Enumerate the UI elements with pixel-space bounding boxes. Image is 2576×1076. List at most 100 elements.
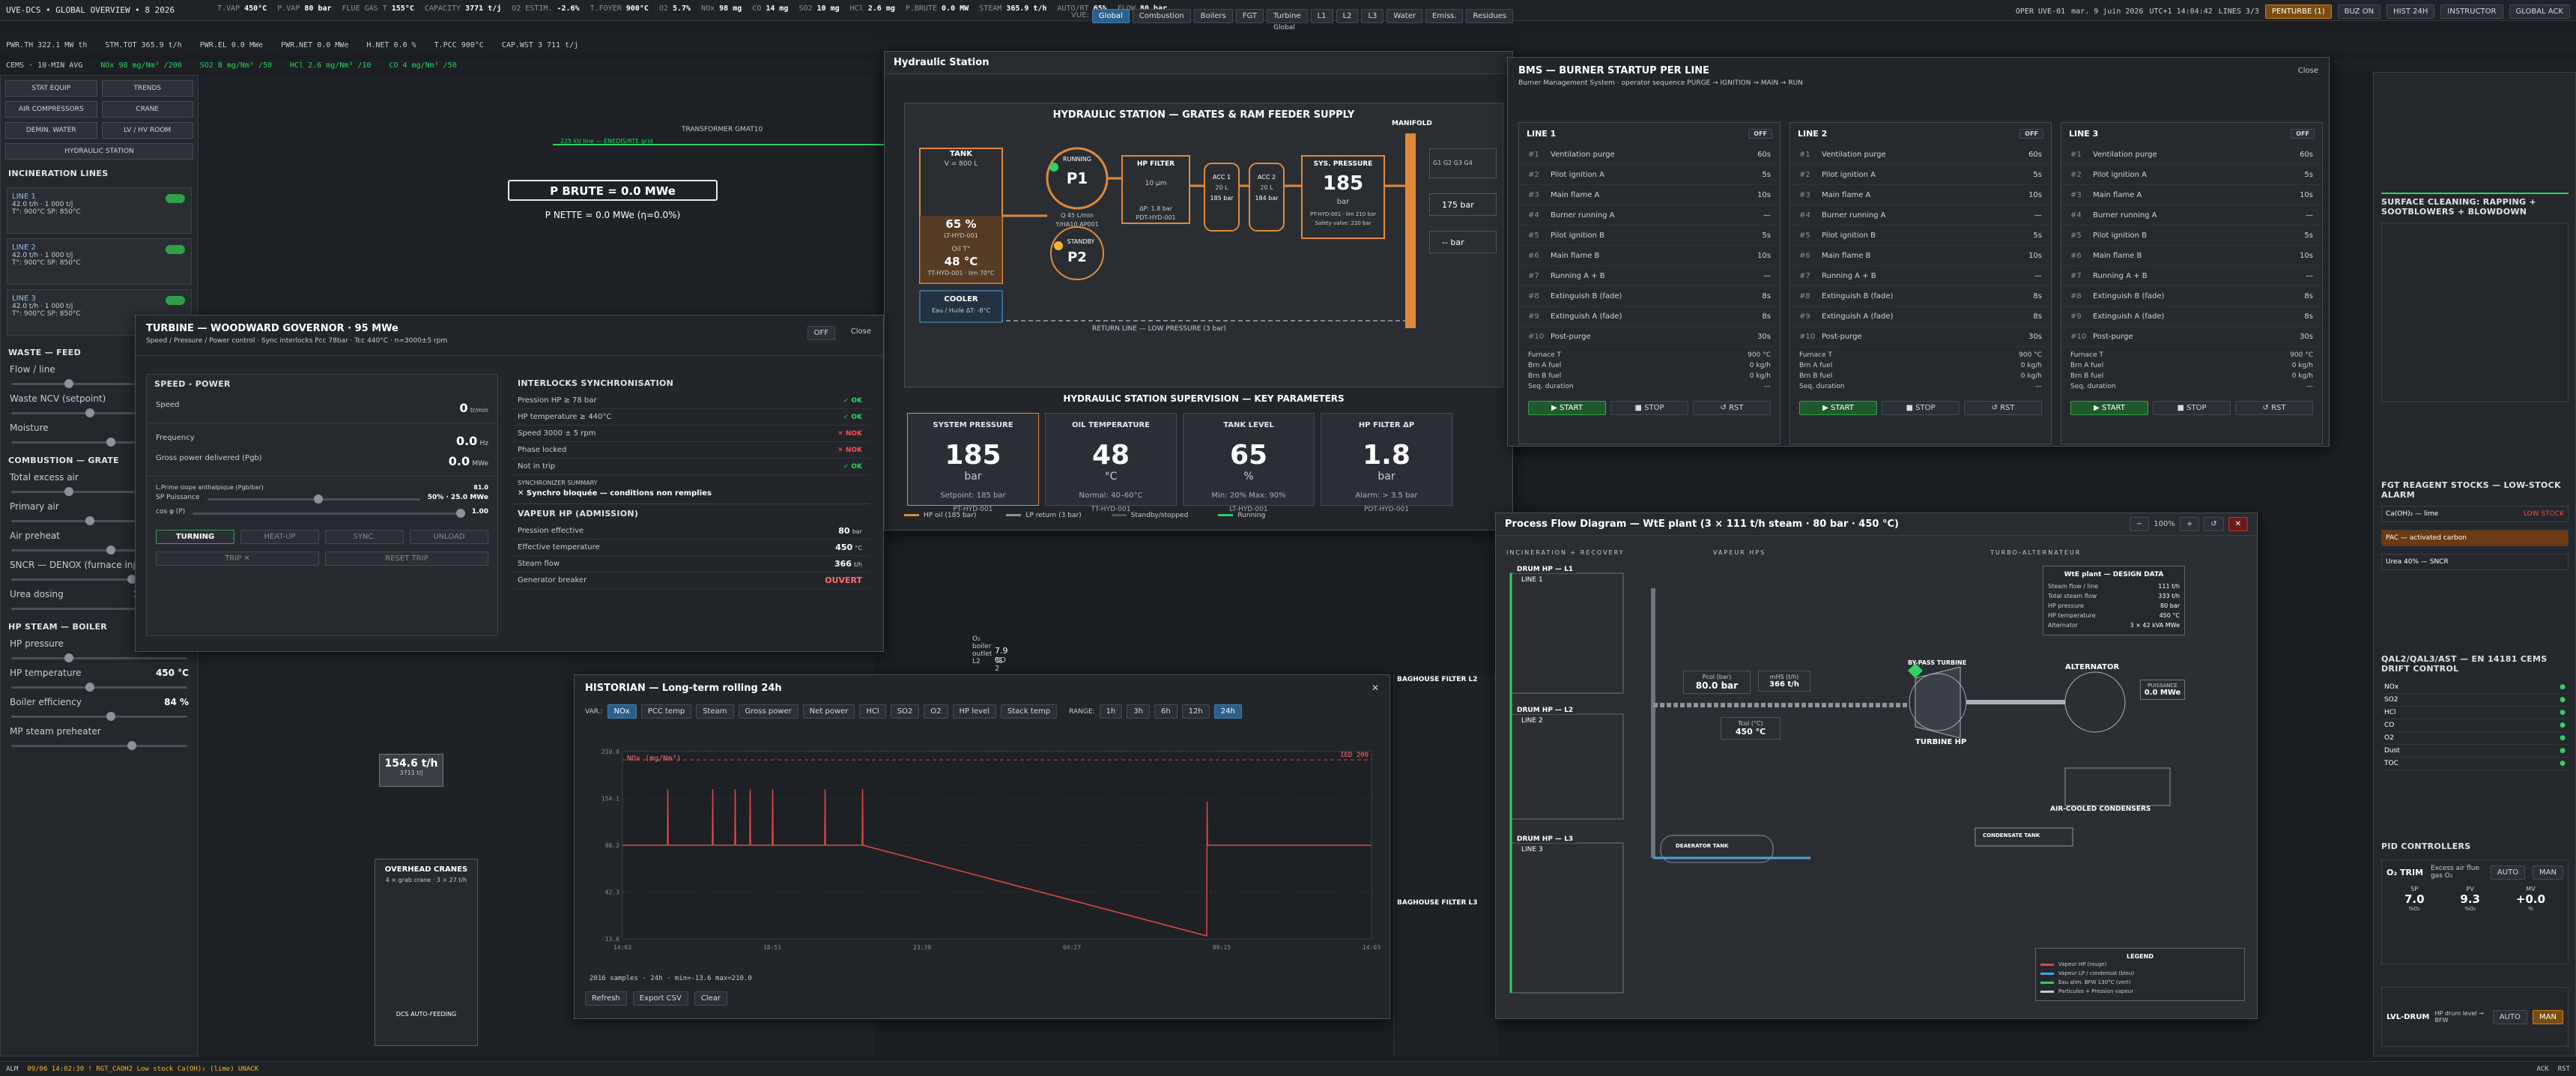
view-tab-global[interactable]: Global — [1091, 9, 1130, 23]
clear-button[interactable]: Clear — [694, 991, 728, 1006]
var-button[interactable]: PCC temp — [640, 704, 692, 719]
pid2-man-button[interactable]: MAN — [2533, 1009, 2563, 1024]
penturbe-button[interactable]: PENTURBE (1) — [2264, 4, 2332, 19]
param-slider[interactable] — [11, 712, 187, 721]
bms-stop-button[interactable]: ■ STOP — [2153, 401, 2231, 415]
var-button[interactable]: O2 — [924, 704, 948, 719]
pid-man-button[interactable]: MAN — [2533, 865, 2563, 880]
turbine-off-toggle[interactable]: OFF — [807, 326, 835, 340]
var-button[interactable]: Stack temp — [1001, 704, 1058, 719]
reagent-row[interactable]: PAC — activated carbon — [2381, 530, 2569, 546]
power-label: Gross power delivered (Pgb) — [156, 454, 262, 462]
turning-button[interactable]: TURNING — [156, 530, 234, 544]
view-tab-combustion[interactable]: Combustion — [1132, 9, 1191, 23]
var-button[interactable]: Net power — [802, 704, 855, 719]
range-button[interactable]: 12h — [1181, 704, 1210, 719]
legend-rows: Vapeur HP (rouge) Vapeur LP / condensat (… — [2040, 960, 2240, 996]
kpi-label: HCl — [849, 4, 864, 13]
line-label: LINE 3 — [1521, 846, 1543, 853]
view-tab-l1[interactable]: L1 — [1310, 9, 1333, 23]
p2-label[interactable]: P2 — [1055, 250, 1100, 265]
stat-equip-button[interactable]: STAT EQUIP — [5, 80, 97, 97]
var-button[interactable]: Gross power — [738, 704, 798, 719]
status-rst-button[interactable]: RST — [2558, 1066, 2570, 1073]
view-tab-boilers[interactable]: Boilers — [1193, 9, 1233, 23]
cos-slider[interactable] — [193, 509, 465, 518]
var-button[interactable]: Steam — [696, 704, 734, 719]
view-tab-water[interactable]: Water — [1387, 9, 1422, 23]
status-ack-button[interactable]: ACK — [2536, 1066, 2548, 1073]
heat-up-button[interactable]: HEAT-UP — [240, 530, 319, 544]
view-tab-l2[interactable]: L2 — [1336, 9, 1359, 23]
step-label: Ventilation purge — [2093, 150, 2157, 159]
bms-close-button[interactable]: Close — [2298, 67, 2318, 75]
line-run-toggle[interactable] — [166, 245, 185, 254]
alarm-message[interactable]: 09/06 14:02:30 ! RGT_CAOH2 Low stock Ca(… — [27, 1066, 258, 1073]
sp-slider[interactable] — [207, 495, 420, 504]
pid-auto-button[interactable]: AUTO — [2490, 865, 2526, 880]
reagent-row[interactable]: Ca(OH)₂ — lime LOW STOCK — [2381, 506, 2569, 522]
bms-reset-button[interactable]: ↺ RST — [2235, 401, 2313, 415]
instructor-button[interactable]: INSTRUCTOR — [2440, 4, 2503, 19]
pid2-auto-button[interactable]: AUTO — [2492, 1009, 2527, 1024]
trip-button[interactable]: TRIP ✕ — [156, 551, 319, 566]
bms-stop-button[interactable]: ■ STOP — [1882, 401, 1960, 415]
buzzer-button[interactable]: BUZ ON — [2337, 4, 2381, 19]
turbine-close-button[interactable]: Close — [851, 327, 871, 336]
lv-hv-room-button[interactable]: LV / HV ROOM — [101, 122, 193, 139]
export-csv-button[interactable]: Export CSV — [632, 991, 688, 1006]
view-tab-turbine[interactable]: Turbine — [1266, 9, 1308, 23]
hist-24h-button[interactable]: HIST 24H — [2386, 4, 2435, 19]
bms-start-button[interactable]: ▶ START — [2070, 401, 2148, 415]
interlock-row: HP temperature ≥ 440°C ✓ OK — [510, 409, 870, 426]
range-button[interactable]: 6h — [1154, 704, 1178, 719]
bunker-flow-box: 154.6 t/h 3711 t/j — [379, 754, 443, 787]
bms-line-state[interactable]: OFF — [2291, 129, 2315, 139]
global-ack-button[interactable]: GLOBAL ACK — [2509, 4, 2570, 19]
bms-step: #9 Extinguish A (fade) 8s — [2061, 306, 2322, 327]
step-number: #10 — [1799, 332, 1816, 341]
view-tab-l3[interactable]: L3 — [1361, 9, 1384, 23]
range-button[interactable]: 24h — [1213, 704, 1242, 719]
range-button[interactable]: 1h — [1099, 704, 1123, 719]
param-slider[interactable] — [11, 653, 187, 662]
range-button[interactable]: 3h — [1127, 704, 1150, 719]
var-button[interactable]: NOx — [607, 704, 637, 719]
bms-line-state[interactable]: OFF — [2019, 129, 2043, 139]
step-number: #6 — [2070, 251, 2082, 260]
bms-reset-button[interactable]: ↺ RST — [1964, 401, 2042, 415]
var-button[interactable]: SO2 — [890, 704, 920, 719]
param-slider[interactable] — [11, 683, 187, 692]
hydraulic-station-button[interactable]: HYDRAULIC STATION — [5, 143, 193, 160]
view-tab-emiss[interactable]: Emiss. — [1425, 9, 1464, 23]
historian-close-icon[interactable]: ✕ — [1372, 683, 1379, 693]
step-duration: 10s — [2028, 251, 2042, 260]
p1-label[interactable]: P1 — [1055, 169, 1100, 187]
air-compressors-button[interactable]: AIR COMPRESSORS — [5, 101, 97, 118]
bms-stop-button[interactable]: ■ STOP — [1610, 401, 1688, 415]
sync-button[interactable]: SYNC. — [325, 530, 404, 544]
view-tab-fgt[interactable]: FGT — [1235, 9, 1264, 23]
var-button[interactable]: HP level — [952, 704, 997, 719]
bms-start-button[interactable]: ▶ START — [1799, 401, 1877, 415]
incineration-line-card[interactable]: LINE 1 42.0 t/h · 1 000 t/j T°: 900°C SP: … — [7, 187, 192, 234]
p2-state: STANDBY — [1067, 238, 1095, 245]
param-slider[interactable] — [11, 741, 187, 750]
refresh-button[interactable]: Refresh — [585, 991, 627, 1006]
pfd-legend-row: Eau alim. BFW 130°C (vert) — [2040, 978, 2240, 987]
bms-reset-button[interactable]: ↺ RST — [1693, 401, 1771, 415]
demin-water-button[interactable]: DEMIN. WATER — [5, 122, 97, 139]
bms-line-state[interactable]: OFF — [1748, 129, 1772, 139]
view-tab-residues[interactable]: Residues — [1466, 9, 1514, 23]
reset-trip-button[interactable]: RESET TRIP — [325, 551, 488, 566]
line-run-toggle[interactable] — [166, 296, 185, 305]
crane-button[interactable]: CRANE — [101, 101, 193, 118]
baghouse-strip: BAGHOUSE FILTER L2 BAGHOUSE FILTER L3 — [1393, 674, 1498, 1057]
trends-button[interactable]: TRENDS — [101, 80, 193, 97]
unload-button[interactable]: UNLOAD — [410, 530, 488, 544]
var-button[interactable]: HCl — [859, 704, 886, 719]
bms-start-button[interactable]: ▶ START — [1528, 401, 1606, 415]
incineration-line-card[interactable]: LINE 2 42.0 t/h · 1 000 t/j T°: 900°C SP: … — [7, 238, 192, 285]
reagent-row[interactable]: Urea 40% — SNCR — [2381, 554, 2569, 570]
line-run-toggle[interactable] — [166, 194, 185, 203]
